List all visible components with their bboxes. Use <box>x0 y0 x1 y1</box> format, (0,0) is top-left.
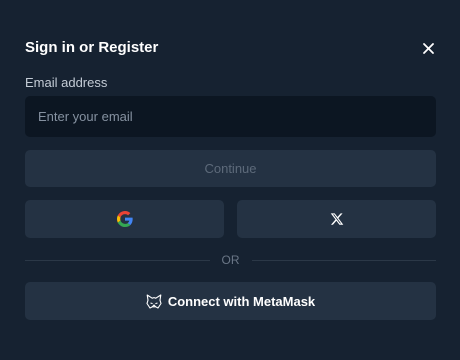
divider-line-right <box>251 259 436 261</box>
x-logo-icon <box>330 213 343 225</box>
or-divider: OR <box>25 252 436 268</box>
divider-label: OR <box>221 253 240 267</box>
dialog-title: Sign in or Register <box>25 39 159 56</box>
google-sign-in-button[interactable] <box>25 200 224 238</box>
email-input[interactable] <box>25 96 436 137</box>
close-icon <box>423 43 434 54</box>
email-label: Email address <box>25 75 108 90</box>
x-sign-in-button[interactable] <box>237 200 436 238</box>
metamask-button-label: Connect with MetaMask <box>167 293 316 309</box>
divider-line-left <box>25 259 210 261</box>
continue-button[interactable]: Continue <box>25 150 436 187</box>
sign-in-dialog: Sign in or Register Email address Contin… <box>0 0 460 360</box>
close-button[interactable] <box>420 40 437 57</box>
connect-metamask-button[interactable]: Connect with MetaMask <box>25 282 436 320</box>
google-icon <box>116 211 133 227</box>
metamask-fox-icon <box>146 293 162 309</box>
